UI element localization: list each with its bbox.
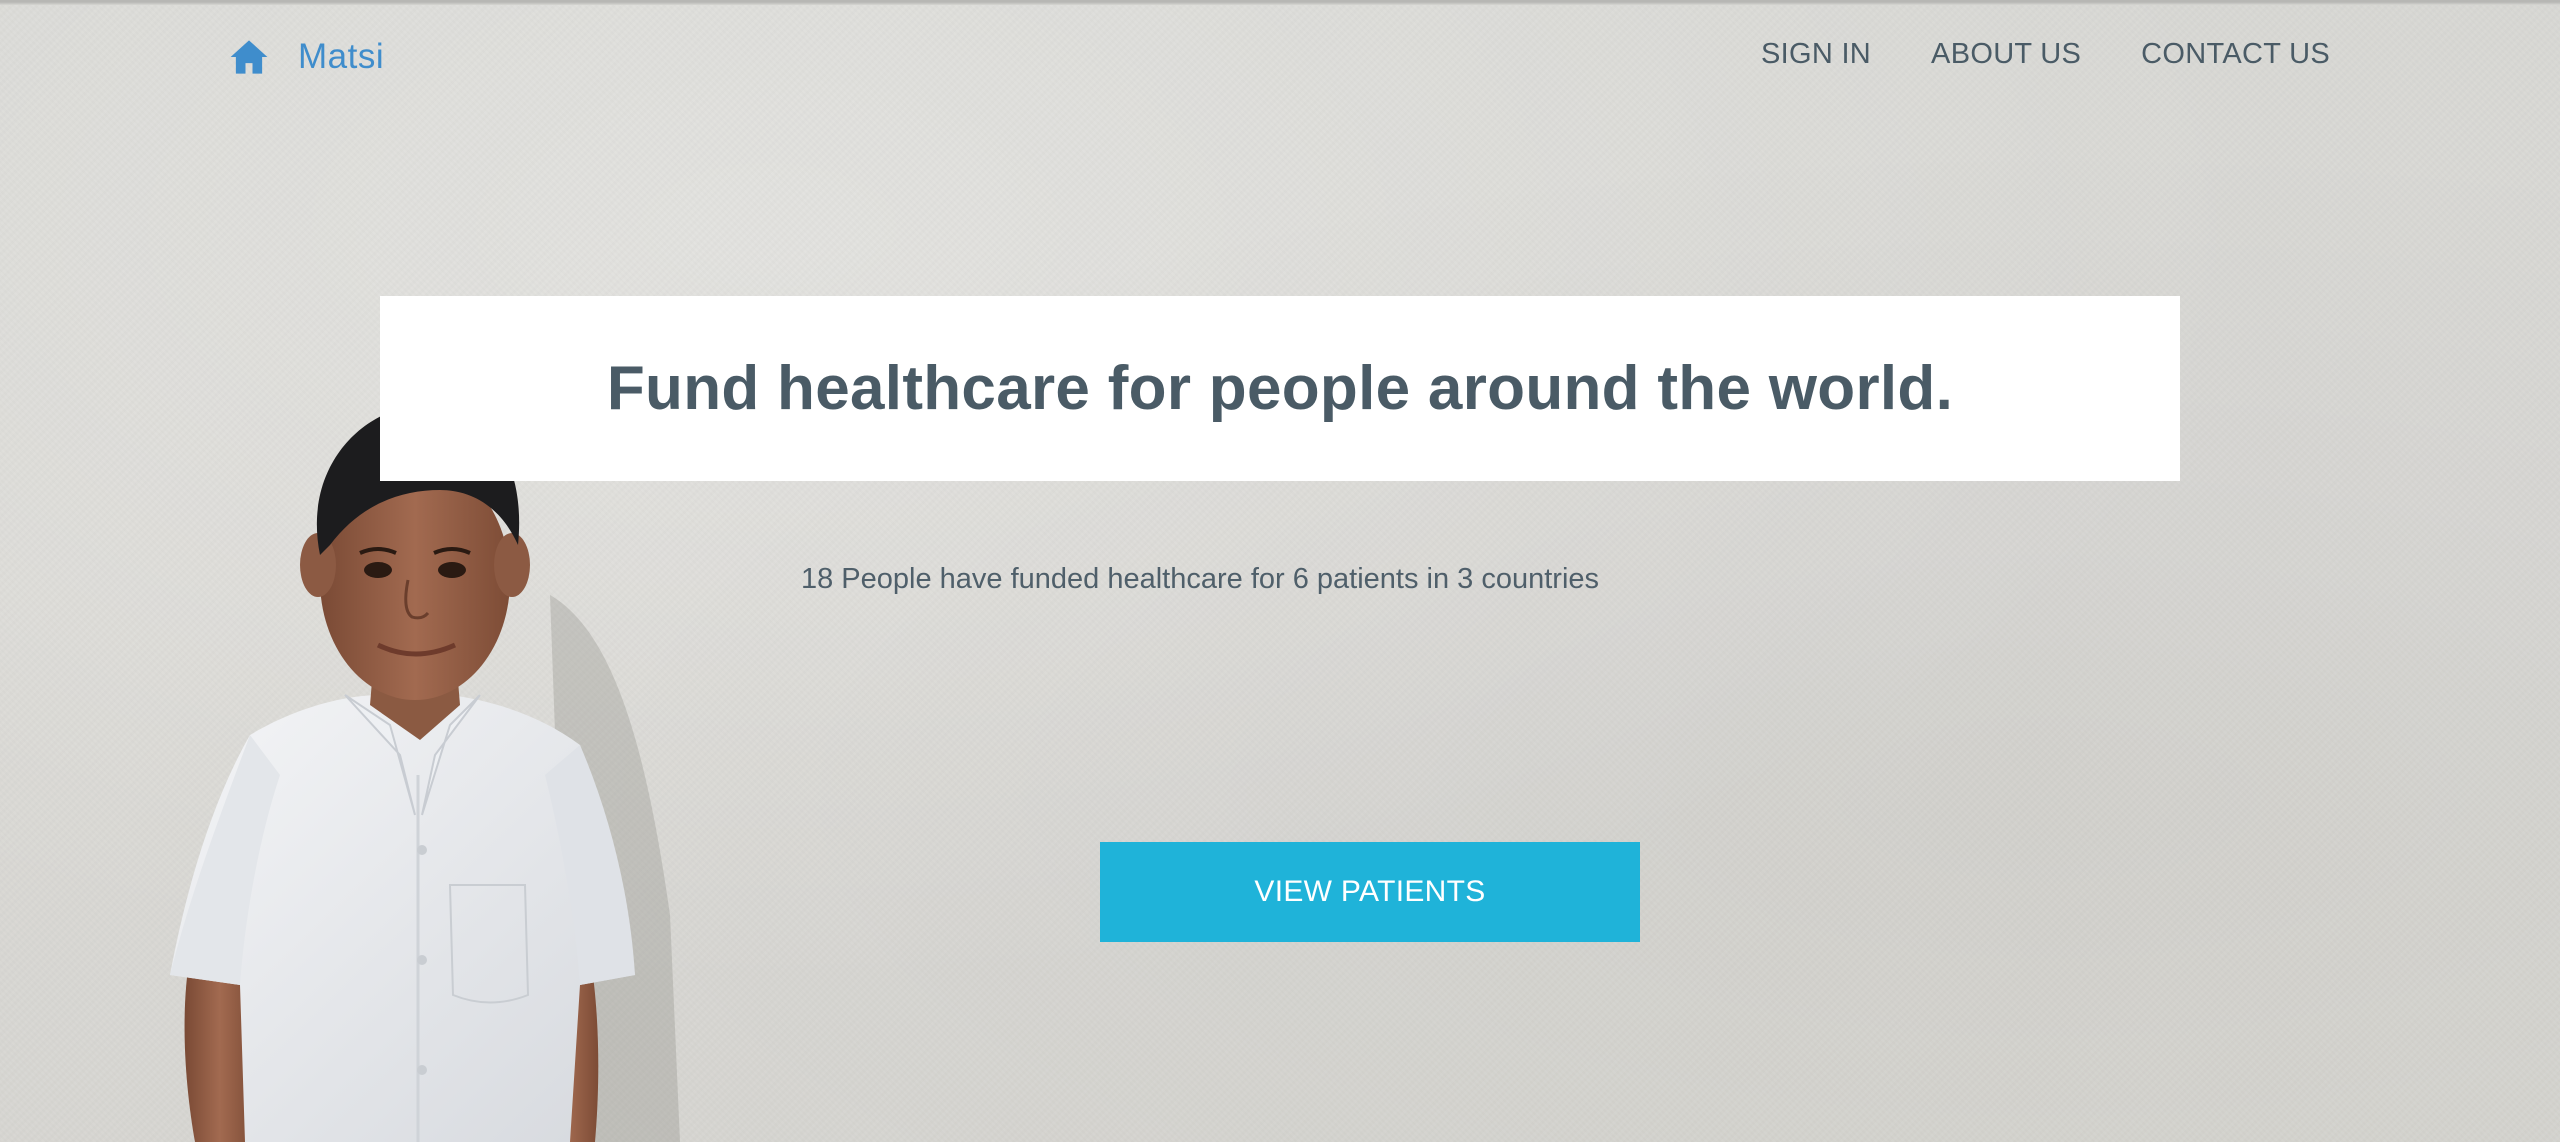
nav-about-us[interactable]: ABOUT US bbox=[1931, 38, 2081, 71]
top-border bbox=[0, 0, 2560, 5]
page-title: Fund healthcare for people around the wo… bbox=[606, 354, 1954, 423]
view-patients-button[interactable]: VIEW PATIENTS bbox=[1100, 842, 1640, 942]
hero-section: Matsi SIGN IN ABOUT US CONTACT US Fund h… bbox=[0, 0, 2560, 1142]
funding-stats: 18 People have funded healthcare for 6 p… bbox=[0, 563, 2560, 596]
brand-name: Matsi bbox=[298, 37, 385, 76]
brand-link[interactable]: Matsi bbox=[228, 36, 384, 78]
top-nav: SIGN IN ABOUT US CONTACT US bbox=[1761, 38, 2330, 71]
nav-sign-in[interactable]: SIGN IN bbox=[1761, 38, 1871, 71]
headline-box: Fund healthcare for people around the wo… bbox=[380, 296, 2180, 481]
nav-contact-us[interactable]: CONTACT US bbox=[2141, 38, 2330, 71]
boy-photo bbox=[170, 405, 680, 1142]
funding-stats-text: 18 People have funded healthcare for 6 p… bbox=[800, 563, 1600, 595]
home-icon bbox=[230, 40, 268, 74]
page-bottom-edge bbox=[0, 1142, 2560, 1146]
